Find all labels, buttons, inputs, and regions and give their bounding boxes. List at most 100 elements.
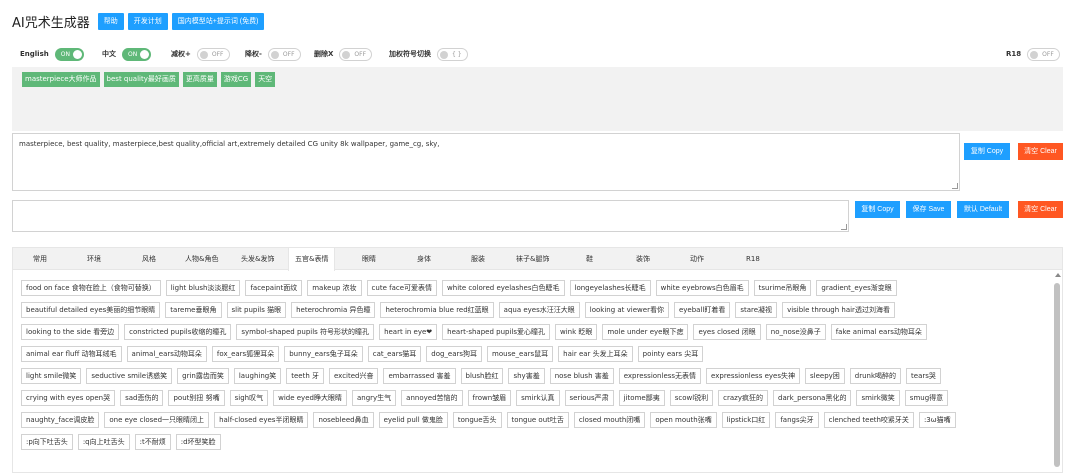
- bracket-symbol-switch[interactable]: { }: [437, 47, 468, 61]
- tab-style[interactable]: 风格: [142, 248, 156, 270]
- prompt-tag[interactable]: wink 眨眼: [555, 324, 598, 340]
- prompt-tag[interactable]: nosebleed鼻血: [313, 412, 374, 428]
- selected-tag[interactable]: 游戏CG: [220, 72, 252, 87]
- prompt-tag[interactable]: dark_persona黑化的: [773, 390, 852, 406]
- prompt-tag[interactable]: smug得意: [904, 390, 949, 406]
- weight-up-switch[interactable]: OFF: [196, 47, 230, 61]
- prompt-tag[interactable]: :d坏型笑脸: [175, 434, 221, 450]
- resize-grip-icon[interactable]: [841, 224, 847, 230]
- prompt-tag[interactable]: heterochromia 异色瞳: [291, 302, 376, 318]
- prompt-tag[interactable]: tareme垂眼角: [165, 302, 222, 318]
- prompt-tag[interactable]: eyelid pull 做鬼脸: [378, 412, 448, 428]
- prompt-tag[interactable]: jitome鄙夷: [618, 390, 665, 406]
- tab-face-expression[interactable]: 五官&表情: [288, 248, 336, 271]
- prompt-tag[interactable]: sad悲伤的: [120, 390, 164, 406]
- selected-tag[interactable]: best quality最好画质: [103, 72, 179, 87]
- selected-tag[interactable]: masterpiece大师作品: [22, 72, 100, 87]
- prompt-tag[interactable]: fake animal ears动物耳朵: [830, 324, 927, 340]
- prompt-tag[interactable]: tongue out吐舌: [506, 412, 569, 428]
- prompt-tag[interactable]: bunny_ears兔子耳朵: [284, 346, 363, 362]
- tab-r18[interactable]: R18: [746, 248, 760, 270]
- prompt-tag[interactable]: heterochromia blue red红蓝眼: [380, 302, 494, 318]
- prompt-tag[interactable]: food on face 食物在脸上（食物可替换）: [21, 280, 161, 296]
- prompt-tag[interactable]: aqua eyes水汪汪大眼: [498, 302, 580, 318]
- prompt-tag[interactable]: pointy ears 尖耳: [637, 346, 704, 362]
- prompt-tag[interactable]: serious严肃: [564, 390, 614, 406]
- prompt-tag[interactable]: facepaint面纹: [245, 280, 303, 296]
- tab-environment[interactable]: 环境: [87, 248, 101, 270]
- tab-body[interactable]: 身体: [417, 248, 431, 270]
- selected-tag[interactable]: 天空: [255, 72, 276, 87]
- prompt-tag[interactable]: expressionless无表情: [618, 368, 702, 384]
- prompt-tag[interactable]: :t不耐烦: [134, 434, 171, 450]
- prompt-tag[interactable]: symbol-shaped pupils 符号形状的瞳孔: [236, 324, 375, 340]
- copy-negative-button[interactable]: 复制 Copy: [855, 201, 900, 218]
- prompt-tag[interactable]: no_nose没鼻子: [765, 324, 826, 340]
- prompt-tag[interactable]: hair ear 头发上耳朵: [558, 346, 633, 362]
- weight-down-switch[interactable]: OFF: [267, 47, 301, 61]
- prompt-tag[interactable]: seductive smile诱惑笑: [86, 368, 173, 384]
- negative-textarea[interactable]: [12, 200, 849, 232]
- prompt-tag[interactable]: embarrassed 害羞: [383, 368, 456, 384]
- selected-tag[interactable]: 更高质量: [182, 72, 217, 87]
- prompt-tag[interactable]: clenched teeth咬紧牙关: [823, 412, 914, 428]
- prompt-tag[interactable]: angry生气: [351, 390, 397, 406]
- tab-action[interactable]: 动作: [690, 248, 704, 270]
- prompt-tag[interactable]: animal ear fluff 动物耳绒毛: [21, 346, 122, 362]
- prompt-tag[interactable]: mouse_ears鼠耳: [487, 346, 554, 362]
- prompt-tag[interactable]: one eye closed一只眼睛闭上: [104, 412, 210, 428]
- prompt-tag[interactable]: smirk认真: [516, 390, 560, 406]
- prompt-tag[interactable]: eyeball盯着看: [673, 302, 731, 318]
- delete-switch[interactable]: OFF: [339, 47, 373, 61]
- tab-character[interactable]: 人物&角色: [185, 248, 218, 270]
- prompt-tag[interactable]: smirk微笑: [856, 390, 900, 406]
- tab-hair[interactable]: 头发&发饰: [241, 248, 274, 270]
- dev-plan-button[interactable]: 开发计划: [127, 12, 168, 30]
- prompt-tag[interactable]: closed mouth闭嘴: [573, 412, 646, 428]
- prompt-tag[interactable]: makeup 浓妆: [307, 280, 362, 296]
- tab-eyes[interactable]: 眼睛: [362, 248, 376, 270]
- prompt-tag[interactable]: excited兴奋: [328, 368, 379, 384]
- prompt-tag[interactable]: open mouth张嘴: [650, 412, 717, 428]
- tab-decoration[interactable]: 装饰: [636, 248, 650, 270]
- prompt-tag[interactable]: light blush淡淡腮红: [165, 280, 241, 296]
- prompt-tag[interactable]: tears哭: [906, 368, 941, 384]
- prompt-tag[interactable]: pout别扭 努嘴: [168, 390, 225, 406]
- tab-clothing[interactable]: 服装: [471, 248, 485, 270]
- tab-common[interactable]: 常用: [33, 248, 47, 270]
- save-button[interactable]: 保存 Save: [906, 201, 951, 218]
- prompt-tag[interactable]: :p向下吐舌头: [21, 434, 73, 450]
- prompt-tag[interactable]: wide eyed睁大眼睛: [273, 390, 347, 406]
- prompt-tag[interactable]: sleepy困: [804, 368, 845, 384]
- prompt-tag[interactable]: nose blush 害羞: [549, 368, 614, 384]
- prompt-tag[interactable]: beautiful detailed eyes美丽的细节眼睛: [21, 302, 161, 318]
- prompt-tag[interactable]: looking at viewer看你: [584, 302, 669, 318]
- resize-grip-icon[interactable]: [952, 183, 958, 189]
- prompt-tag[interactable]: gradient_eyes渐变眼: [816, 280, 897, 296]
- scroll-up-icon[interactable]: [1055, 273, 1061, 277]
- prompt-tag[interactable]: teeth 牙: [286, 368, 324, 384]
- prompt-tag[interactable]: white colored eyelashes白色睫毛: [442, 280, 565, 296]
- help-button[interactable]: 帮助: [97, 12, 124, 30]
- prompt-tag[interactable]: laughing笑: [233, 368, 282, 384]
- prompt-tag[interactable]: cute face可爱表情: [366, 280, 438, 296]
- model-site-button[interactable]: 国内模型站+提示词 (免费): [171, 12, 265, 30]
- prompt-tag[interactable]: lipstick口红: [721, 412, 771, 428]
- clear-prompt-button[interactable]: 清空 Clear: [1018, 143, 1063, 160]
- prompt-tag[interactable]: tongue舌头: [452, 412, 502, 428]
- prompt-tag[interactable]: slit pupils 猫眼: [226, 302, 287, 318]
- prompt-tag[interactable]: constricted pupils收缩的瞳孔: [124, 324, 232, 340]
- scrollbar[interactable]: [1054, 273, 1061, 471]
- prompt-tag[interactable]: naughty_face调皮脸: [21, 412, 100, 428]
- clear-negative-button[interactable]: 清空 Clear: [1018, 201, 1063, 218]
- prompt-tag[interactable]: animal_ears动物耳朵: [126, 346, 207, 362]
- prompt-tag[interactable]: heart in eye❤: [379, 324, 438, 340]
- prompt-tag[interactable]: :3ω猫嘴: [918, 412, 956, 428]
- prompt-textarea[interactable]: masterpiece, best quality, masterpiece,b…: [12, 133, 960, 191]
- prompt-tag[interactable]: stare凝视: [735, 302, 778, 318]
- prompt-tag[interactable]: cat_ears猫耳: [367, 346, 422, 362]
- prompt-tag[interactable]: drunk喝醉的: [849, 368, 902, 384]
- prompt-tag[interactable]: :q向上吐舌头: [77, 434, 130, 450]
- prompt-tag[interactable]: scowl锐利: [669, 390, 714, 406]
- prompt-tag[interactable]: crazy疯狂的: [718, 390, 768, 406]
